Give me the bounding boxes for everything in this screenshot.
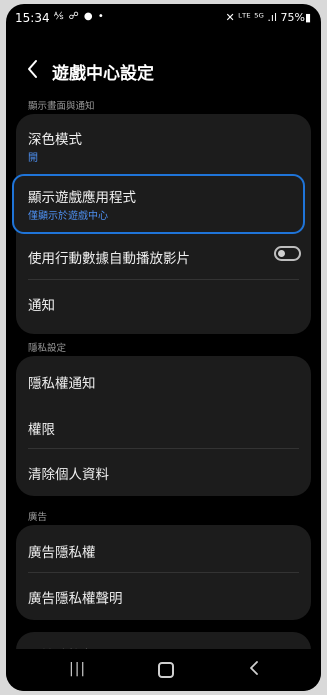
show-games-label: 顯示遊戲應用程式 — [28, 190, 136, 206]
ad-privacy-label: 廣告隱私權 — [28, 545, 96, 561]
status-time: 15:34 — [15, 11, 50, 25]
permissions-row[interactable]: 權限 — [16, 402, 311, 448]
home-icon[interactable] — [158, 662, 174, 678]
section-label-ads: 廣告 — [28, 512, 48, 523]
dark-mode-label: 深色模式 — [28, 132, 82, 148]
nav-back-icon[interactable] — [248, 659, 260, 677]
privacy-notice-label: 隱私權通知 — [28, 376, 96, 392]
permissions-label: 權限 — [28, 422, 55, 438]
section-label-privacy: 隱私設定 — [28, 343, 67, 354]
dark-mode-row[interactable]: 深色模式 開 — [16, 114, 311, 170]
notifications-row[interactable]: 通知 — [16, 280, 311, 328]
display-card: 深色模式 開 顯示遊戲應用程式 僅顯示於遊戲中心 使用行動數據自動播放影片 通知 — [12, 114, 311, 334]
app-header: 遊戲中心設定 — [6, 54, 321, 90]
clear-data-row[interactable]: 清除個人資料 — [16, 449, 311, 495]
notification-icons: ⅍ ☍ ● • — [54, 11, 105, 22]
show-games-row[interactable]: 顯示遊戲應用程式 僅顯示於遊戲中心 — [12, 174, 305, 234]
page-title: 遊戲中心設定 — [52, 64, 154, 84]
ad-privacy-row[interactable]: 廣告隱私權 — [16, 525, 311, 571]
autoplay-toggle[interactable] — [274, 246, 301, 261]
toggle-knob — [278, 250, 285, 257]
navigation-bar: ||| — [6, 649, 321, 691]
status-bar: 15:34 ⅍ ☍ ● • ✕ ᴸᵀᴱ ⁵ᴳ .ıl 75%▮ — [6, 4, 321, 32]
back-arrow-icon[interactable] — [24, 58, 42, 80]
autoplay-label: 使用行動數據自動播放影片 — [28, 251, 190, 267]
ads-card: 廣告隱私權 廣告隱私權聲明 — [16, 525, 311, 620]
ad-privacy-statement-label: 廣告隱私權聲明 — [28, 591, 123, 607]
ad-privacy-statement-row[interactable]: 廣告隱私權聲明 — [16, 573, 311, 619]
autoplay-row[interactable]: 使用行動數據自動播放影片 — [16, 244, 311, 268]
clear-data-label: 清除個人資料 — [28, 467, 109, 483]
privacy-card: 隱私權通知 權限 清除個人資料 — [16, 356, 311, 496]
show-games-value: 僅顯示於遊戲中心 — [28, 211, 108, 222]
privacy-notice-row[interactable]: 隱私權通知 — [16, 356, 311, 402]
status-right-icons: ✕ ᴸᵀᴱ ⁵ᴳ .ıl 75%▮ — [225, 11, 311, 24]
section-label-display: 顯示畫面與通知 — [28, 101, 95, 112]
phone-screen: 15:34 ⅍ ☍ ● • ✕ ᴸᵀᴱ ⁵ᴳ .ıl 75%▮ 遊戲中心設定 顯… — [6, 4, 321, 691]
dark-mode-value: 開 — [28, 153, 38, 164]
recents-icon[interactable]: ||| — [69, 661, 86, 677]
notifications-label: 通知 — [28, 298, 55, 314]
